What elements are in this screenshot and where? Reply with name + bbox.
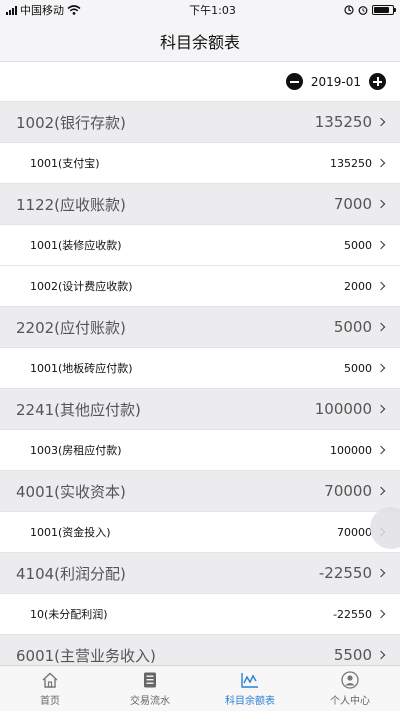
battery-icon	[371, 5, 396, 15]
account-name: 2202(应付账款)	[16, 318, 126, 337]
account-list: 1002(银行存款) 135250 1001(支付宝) 135250 1122(应收账款…	[0, 102, 400, 665]
chart-icon	[240, 670, 260, 690]
tab-balance-sheet[interactable]: 科目余额表	[200, 666, 300, 711]
account-name: 4104(利润分配)	[16, 564, 126, 583]
account-amount: 5000	[333, 318, 372, 336]
account-amount: 135250	[330, 156, 372, 170]
account-sub-row[interactable]: 10(未分配利润) -22550	[0, 594, 400, 635]
account-name: 10(未分配利润)	[30, 608, 108, 621]
account-sub-row[interactable]: 1003(房租应付款) 100000	[0, 430, 400, 471]
ledger-icon	[140, 670, 160, 690]
chevron-right-icon	[376, 568, 386, 578]
location-icon	[344, 5, 354, 15]
tab-label: 首页	[40, 696, 60, 707]
status-left: 中国移动	[6, 2, 81, 18]
account-amount: 5000	[344, 361, 372, 375]
chevron-right-icon	[376, 363, 386, 373]
tab-profile[interactable]: 个人中心	[300, 666, 400, 711]
account-group-row[interactable]: 6001(主营业务收入) 5500	[0, 635, 400, 665]
account-name: 1122(应收账款)	[16, 195, 126, 214]
account-group-row[interactable]: 1002(银行存款) 135250	[0, 102, 400, 143]
account-name: 6001(主营业务收入)	[16, 646, 156, 665]
account-name: 1001(支付宝)	[30, 157, 100, 170]
page-title: 科目余额表	[159, 32, 240, 52]
tab-label: 个人中心	[330, 696, 370, 707]
account-amount: 7000	[333, 195, 372, 213]
chevron-right-icon	[376, 240, 386, 250]
account-amount: 5500	[333, 646, 372, 664]
account-group-row[interactable]: 2241(其他应付款) 100000	[0, 389, 400, 430]
account-amount: -22550	[318, 564, 372, 582]
alarm-icon	[358, 6, 368, 15]
amount-wrap: 100000	[330, 443, 386, 457]
tab-transactions[interactable]: 交易流水	[100, 666, 200, 711]
home-icon	[40, 670, 60, 690]
chevron-right-icon	[376, 445, 386, 455]
amount-wrap: 5500	[333, 646, 386, 664]
wifi-icon	[67, 5, 81, 15]
chevron-right-icon	[376, 117, 386, 127]
account-amount: 70000	[324, 482, 372, 500]
amount-wrap: 2000	[344, 279, 386, 293]
account-amount: 100000	[330, 443, 372, 457]
amount-wrap: 5000	[333, 318, 386, 336]
account-sub-row[interactable]: 1001(支付宝) 135250	[0, 143, 400, 184]
chevron-right-icon	[376, 486, 386, 496]
period-label: 2019-01	[310, 74, 361, 89]
status-right	[344, 5, 396, 15]
account-amount: 135250	[314, 113, 372, 131]
signal-icon	[6, 5, 17, 15]
account-name: 4001(实收资本)	[16, 482, 126, 501]
amount-wrap: 135250	[314, 113, 386, 131]
navigation-bar: 科目余额表	[0, 20, 400, 62]
carrier-label: 中国移动	[20, 4, 64, 17]
previous-period-button[interactable]	[285, 73, 303, 90]
status-bar: 中国移动 下午1:03	[0, 0, 400, 20]
account-name: 1003(房租应付款)	[30, 444, 122, 457]
account-amount: 2000	[344, 279, 372, 293]
user-icon	[340, 670, 360, 690]
chevron-right-icon	[376, 322, 386, 332]
amount-wrap: 7000	[333, 195, 386, 213]
account-name: 2241(其他应付款)	[16, 400, 141, 419]
next-period-button[interactable]	[369, 73, 386, 90]
account-name: 1001(装修应收款)	[30, 239, 122, 252]
account-sub-row[interactable]: 1001(地板砖应付款) 5000	[0, 348, 400, 389]
account-amount: -22550	[333, 607, 372, 621]
amount-wrap: 5000	[344, 238, 386, 252]
account-amount: 70000	[337, 525, 372, 539]
tab-bar: 首页 交易流水 科目余额表 个人中心	[0, 665, 400, 711]
account-name: 1002(设计费应收款)	[30, 280, 133, 293]
account-group-row[interactable]: 4104(利润分配) -22550	[0, 553, 400, 594]
chevron-right-icon	[376, 199, 386, 209]
tab-label: 科目余额表	[225, 696, 275, 707]
amount-wrap: 100000	[314, 400, 386, 418]
chevron-right-icon	[376, 609, 386, 619]
account-group-row[interactable]: 2202(应付账款) 5000	[0, 307, 400, 348]
amount-wrap: -22550	[333, 607, 386, 621]
chevron-right-icon	[376, 404, 386, 414]
account-sub-row[interactable]: 1001(装修应收款) 5000	[0, 225, 400, 266]
chevron-right-icon	[376, 650, 386, 660]
account-name: 1001(资金投入)	[30, 526, 111, 539]
chevron-right-icon	[376, 158, 386, 168]
account-sub-row[interactable]: 1001(资金投入) 70000	[0, 512, 400, 553]
account-sub-row[interactable]: 1002(设计费应收款) 2000	[0, 266, 400, 307]
chevron-right-icon	[376, 281, 386, 291]
account-name: 1002(银行存款)	[16, 113, 126, 132]
clock-label: 下午1:03	[189, 4, 236, 17]
amount-wrap: 70000	[324, 482, 386, 500]
account-name: 1001(地板砖应付款)	[30, 362, 133, 375]
tab-label: 交易流水	[130, 696, 170, 707]
account-amount: 100000	[314, 400, 372, 418]
amount-wrap: 135250	[330, 156, 386, 170]
account-group-row[interactable]: 4001(实收资本) 70000	[0, 471, 400, 512]
account-amount: 5000	[344, 238, 372, 252]
tab-home[interactable]: 首页	[0, 666, 100, 711]
amount-wrap: 5000	[344, 361, 386, 375]
battery-fill	[373, 7, 390, 13]
period-selector: 2019-01	[0, 62, 400, 102]
amount-wrap: -22550	[318, 564, 386, 582]
account-group-row[interactable]: 1122(应收账款) 7000	[0, 184, 400, 225]
